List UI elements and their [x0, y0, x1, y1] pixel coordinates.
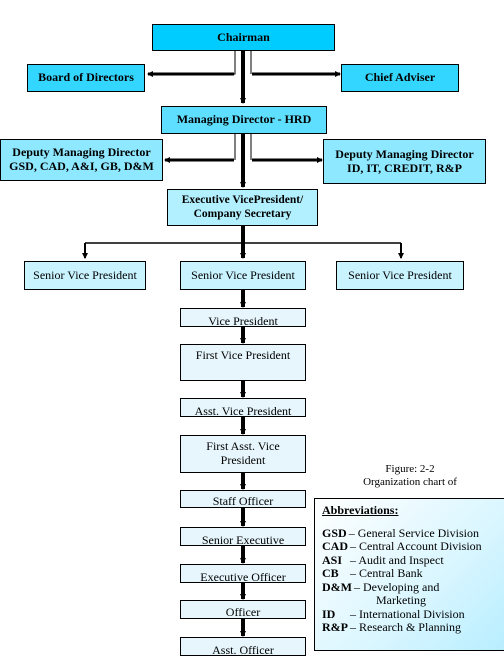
- abbreviation-item: GSD – General Service Division: [322, 525, 504, 541]
- vice-president-label: Vice President: [208, 314, 278, 327]
- abbreviation-key: CB: [322, 566, 339, 580]
- abbreviation-item: CB – Central Bank: [322, 566, 504, 581]
- link-board: [148, 50, 236, 75]
- deputy-md-right-divisions: ID, IT, CREDIT, R&P: [347, 160, 462, 175]
- abbreviation-value-continued: Marketing: [376, 593, 426, 607]
- board-of-directors-box: Board of Directors: [27, 64, 145, 92]
- abbreviation-value: – International Division: [350, 606, 465, 621]
- board-of-directors-label: Board of Directors: [38, 70, 134, 85]
- senior-executive-box: Senior Executive: [180, 527, 306, 546]
- first-asst-vice-president-box: First Asst. Vice President: [180, 435, 306, 473]
- chief-adviser-box: Chief Adviser: [341, 64, 459, 92]
- figure-caption: Figure: 2-2 Organization chart of: [340, 463, 480, 489]
- abbreviation-item: ID – International Division: [322, 606, 504, 622]
- senior-vp-box: Senior Vice President: [24, 261, 146, 290]
- asst-officer-label: Asst. Officer: [212, 643, 274, 656]
- senior-vp-label: Senior Vice President: [191, 267, 295, 282]
- chief-adviser-label: Chief Adviser: [364, 70, 436, 85]
- senior-vp-label: Senior Vice President: [33, 267, 137, 282]
- evp-box: Executive VicePresident/ Company Secreta…: [167, 189, 318, 226]
- abbreviations-legend: Abbreviations: GSD – General Service Divi…: [314, 498, 504, 651]
- abbreviation-key: GSD: [322, 525, 347, 540]
- executive-officer-box: Executive Officer: [180, 564, 306, 583]
- abbreviation-value: – Research & Planning: [350, 620, 461, 634]
- abbreviation-value: – Central Bank: [350, 566, 423, 580]
- executive-officer-label: Executive Officer: [200, 570, 286, 583]
- abbreviation-key: CAD: [322, 539, 348, 553]
- deputy-md-right-title: Deputy Managing Director: [335, 146, 474, 161]
- abbreviation-item: CAD – Central Account Division: [322, 539, 504, 554]
- deputy-md-left-box: Deputy Managing Director GSD, CAD, A&I, …: [0, 139, 163, 181]
- senior-vp-box: Senior Vice President: [180, 261, 306, 290]
- first-asst-vice-president-line2: President: [220, 453, 266, 467]
- abbreviation-value: – Audit and Inspect: [350, 552, 444, 567]
- officer-box: Officer: [180, 600, 306, 619]
- deputy-md-left-title: Deputy Managing Director: [12, 145, 151, 160]
- abbreviation-key: D&M: [322, 579, 352, 594]
- figure-title: Organization chart of: [363, 476, 457, 489]
- asst-vice-president-box: Asst. Vice President: [180, 398, 306, 417]
- vice-president-box: Vice President: [180, 308, 306, 327]
- asst-vice-president-label: Asst. Vice President: [194, 404, 292, 417]
- deputy-md-right-box: Deputy Managing Director ID, IT, CREDIT,…: [323, 139, 486, 184]
- abbreviation-value: – Central Account Division: [350, 539, 482, 553]
- managing-director-box: Managing Director - HRD: [161, 106, 327, 134]
- abbreviation-value: – Developing and: [354, 579, 440, 594]
- chairman-label: Chairman: [217, 29, 270, 44]
- abbreviation-key: ID: [322, 606, 336, 621]
- first-asst-vice-president-line1: First Asst. Vice: [206, 439, 280, 454]
- abbreviation-item: R&P – Research & Planning: [322, 620, 504, 635]
- senior-vp-label: Senior Vice President: [348, 267, 452, 282]
- first-vice-president-box: First Vice President: [180, 344, 306, 381]
- asst-officer-box: Asst. Officer: [180, 637, 306, 656]
- evp-subtitle: Company Secretary: [193, 207, 292, 220]
- chairman-box: Chairman: [152, 24, 335, 51]
- abbreviation-item: ASI – Audit and Inspect: [322, 552, 504, 568]
- staff-officer-box: Staff Officer: [180, 490, 306, 508]
- figure-number: Figure: 2-2: [385, 463, 435, 475]
- officer-label: Officer: [225, 605, 261, 619]
- abbreviation-value: – General Service Division: [348, 525, 479, 540]
- abbreviation-key: ASI: [322, 552, 343, 567]
- abbreviations-title: Abbreviations:: [322, 503, 399, 517]
- first-vice-president-label: First Vice President: [195, 348, 291, 362]
- senior-vp-box: Senior Vice President: [336, 261, 464, 290]
- senior-executive-label: Senior Executive: [201, 533, 285, 546]
- abbreviation-item: D&M – Developing and: [322, 579, 504, 595]
- abbreviations-list: GSD – General Service Division CAD – Centra…: [322, 525, 504, 635]
- deputy-md-left-divisions: GSD, CAD, A&I, GB, D&M: [9, 159, 154, 173]
- evp-title: Executive VicePresident/: [181, 194, 304, 207]
- staff-officer-label: Staff Officer: [212, 494, 274, 508]
- managing-director-label: Managing Director - HRD: [176, 112, 312, 127]
- abbreviation-key: R&P: [322, 620, 348, 634]
